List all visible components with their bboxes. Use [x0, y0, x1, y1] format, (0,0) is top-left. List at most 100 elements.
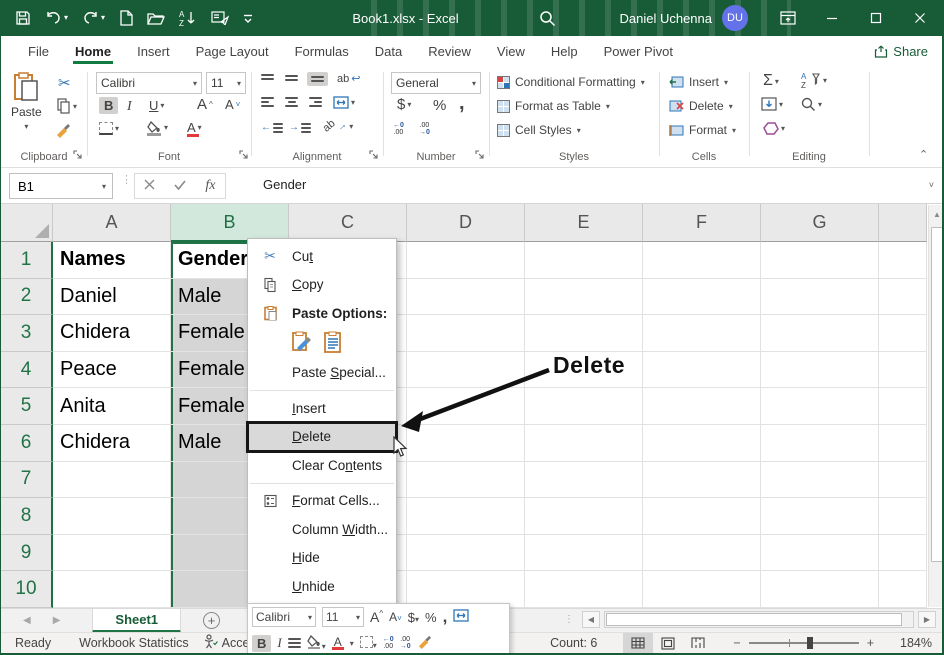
mini-percent-button[interactable]: % [425, 610, 437, 625]
mini-bold-button[interactable]: B [252, 635, 271, 652]
sort-az-icon[interactable]: AZ [179, 10, 197, 26]
column-header-partial[interactable] [879, 204, 927, 242]
cell-H3[interactable] [879, 315, 927, 352]
row-header-6[interactable]: 6 [1, 425, 53, 462]
close-button[interactable] [898, 0, 942, 36]
select-all-corner[interactable] [1, 204, 53, 242]
mini-font-name-combo[interactable]: Calibri▾ [252, 607, 316, 627]
decrease-indent-button[interactable]: ← [261, 122, 283, 133]
cancel-icon[interactable] [144, 177, 155, 195]
decrease-decimal-button[interactable]: .00→0 [419, 122, 430, 136]
row-header-7[interactable]: 7 [1, 462, 53, 499]
align-center-button[interactable] [285, 97, 298, 107]
accessibility-status[interactable]: Accessibil [222, 636, 247, 650]
cell-styles-button[interactable]: Cell Styles▾ [497, 123, 581, 137]
paste-button[interactable]: Paste ▾ [11, 72, 42, 131]
cell-F9[interactable] [643, 535, 761, 572]
cell-G6[interactable] [761, 425, 879, 462]
mini-font-color-button[interactable]: A [332, 637, 344, 650]
cell-F5[interactable] [643, 388, 761, 425]
menu-item-column-width[interactable]: Column Width... [248, 515, 396, 544]
cell-H8[interactable] [879, 498, 927, 535]
underline-button[interactable]: U▾ [149, 98, 164, 113]
open-file-icon[interactable] [147, 11, 165, 26]
cell-G7[interactable] [761, 462, 879, 499]
row-header-10[interactable]: 10 [1, 571, 53, 608]
vertical-scroll-thumb[interactable] [931, 227, 943, 562]
cell-H7[interactable] [879, 462, 927, 499]
conditional-formatting-button[interactable]: Conditional Formatting▾ [497, 75, 645, 89]
scroll-left-icon[interactable]: ◀ [582, 611, 600, 628]
new-file-icon[interactable] [119, 10, 133, 26]
grow-font-button[interactable]: A^ [197, 96, 213, 113]
user-name[interactable]: Daniel Uchenna [619, 11, 712, 26]
align-top-button[interactable] [261, 74, 274, 80]
delete-cells-button[interactable]: Delete▾ [669, 99, 733, 113]
merge-center-button[interactable]: ▾ [333, 96, 355, 109]
count-indicator[interactable]: Count: 6 [550, 636, 597, 650]
menu-item-paste-options[interactable]: Paste Options: [248, 299, 396, 328]
mini-shrink-font-button[interactable]: A˅ [389, 610, 402, 624]
zoom-slider[interactable]: −+ [733, 636, 874, 650]
tab-file[interactable]: File [15, 36, 62, 66]
font-size-combo[interactable]: 11▾ [206, 72, 246, 94]
cell-D5[interactable] [407, 388, 525, 425]
comma-style-button[interactable]: , [459, 92, 465, 115]
tab-view[interactable]: View [484, 36, 538, 66]
insert-cells-button[interactable]: Insert▾ [669, 75, 728, 89]
increase-decimal-button[interactable]: ←0.00 [393, 122, 404, 136]
avatar[interactable]: DU [722, 5, 748, 31]
cell-F7[interactable] [643, 462, 761, 499]
horizontal-scrollbar[interactable]: ⋮ ◀ ▶ [564, 611, 936, 628]
normal-view-button[interactable] [623, 633, 653, 654]
minimize-button[interactable] [810, 0, 854, 36]
undo-caret-icon[interactable]: ▾ [64, 14, 68, 22]
cell-G10[interactable] [761, 571, 879, 608]
scrollbar-resize-handle[interactable]: ⋮ [564, 618, 574, 622]
menu-item-format-cells[interactable]: Format Cells... [248, 487, 396, 516]
row-header-8[interactable]: 8 [1, 498, 53, 535]
cell-F2[interactable] [643, 279, 761, 316]
cell-F10[interactable] [643, 571, 761, 608]
cell-D9[interactable] [407, 535, 525, 572]
horizontal-scroll-thumb[interactable] [606, 613, 902, 626]
column-header-B[interactable]: B [171, 204, 289, 242]
paste-values-icon[interactable] [324, 331, 342, 356]
undo-button[interactable]: ▾ [45, 11, 68, 26]
align-right-button[interactable] [309, 97, 322, 107]
mini-currency-button[interactable]: $▾ [408, 610, 419, 625]
mini-border-grid-button[interactable]: ▾ [360, 636, 377, 651]
scroll-right-icon[interactable]: ▶ [918, 611, 936, 628]
ribbon-display-options-icon[interactable] [766, 0, 810, 36]
cell-A5[interactable]: Anita [53, 388, 171, 425]
collapse-ribbon-icon[interactable]: ⌃ [919, 148, 928, 161]
number-format-combo[interactable]: General▾ [391, 72, 481, 94]
cell-G9[interactable] [761, 535, 879, 572]
mini-grow-font-button[interactable]: A^ [370, 609, 383, 625]
format-painter-button[interactable] [55, 122, 71, 138]
mini-merge-button[interactable] [453, 609, 469, 625]
cell-F6[interactable] [643, 425, 761, 462]
menu-item-hide[interactable]: Hide [248, 544, 396, 573]
italic-button[interactable]: I [127, 99, 132, 115]
share-button[interactable]: Share [874, 44, 928, 59]
cell-D4[interactable] [407, 352, 525, 389]
column-header-A[interactable]: A [53, 204, 171, 242]
menu-item-unhide[interactable]: Unhide [248, 572, 396, 601]
mini-font-size-combo[interactable]: 11▾ [322, 607, 364, 627]
shrink-font-button[interactable]: A˅ [225, 97, 240, 112]
row-header-5[interactable]: 5 [1, 388, 53, 425]
cell-D6[interactable] [407, 425, 525, 462]
clear-button[interactable]: ▾ [763, 122, 785, 135]
menu-item-paste-special[interactable]: Paste Special... [248, 359, 396, 388]
sheet-tab[interactable]: Sheet1 [92, 609, 181, 633]
cell-G4[interactable] [761, 352, 879, 389]
cell-A6[interactable]: Chidera [53, 425, 171, 462]
cell-E2[interactable] [525, 279, 643, 316]
cell-D1[interactable] [407, 242, 525, 279]
maximize-button[interactable] [854, 0, 898, 36]
cell-H2[interactable] [879, 279, 927, 316]
formula-content[interactable]: Gender [263, 177, 306, 192]
row-header-1[interactable]: 1 [1, 242, 53, 279]
font-color-button[interactable]: A▾ [187, 120, 202, 135]
